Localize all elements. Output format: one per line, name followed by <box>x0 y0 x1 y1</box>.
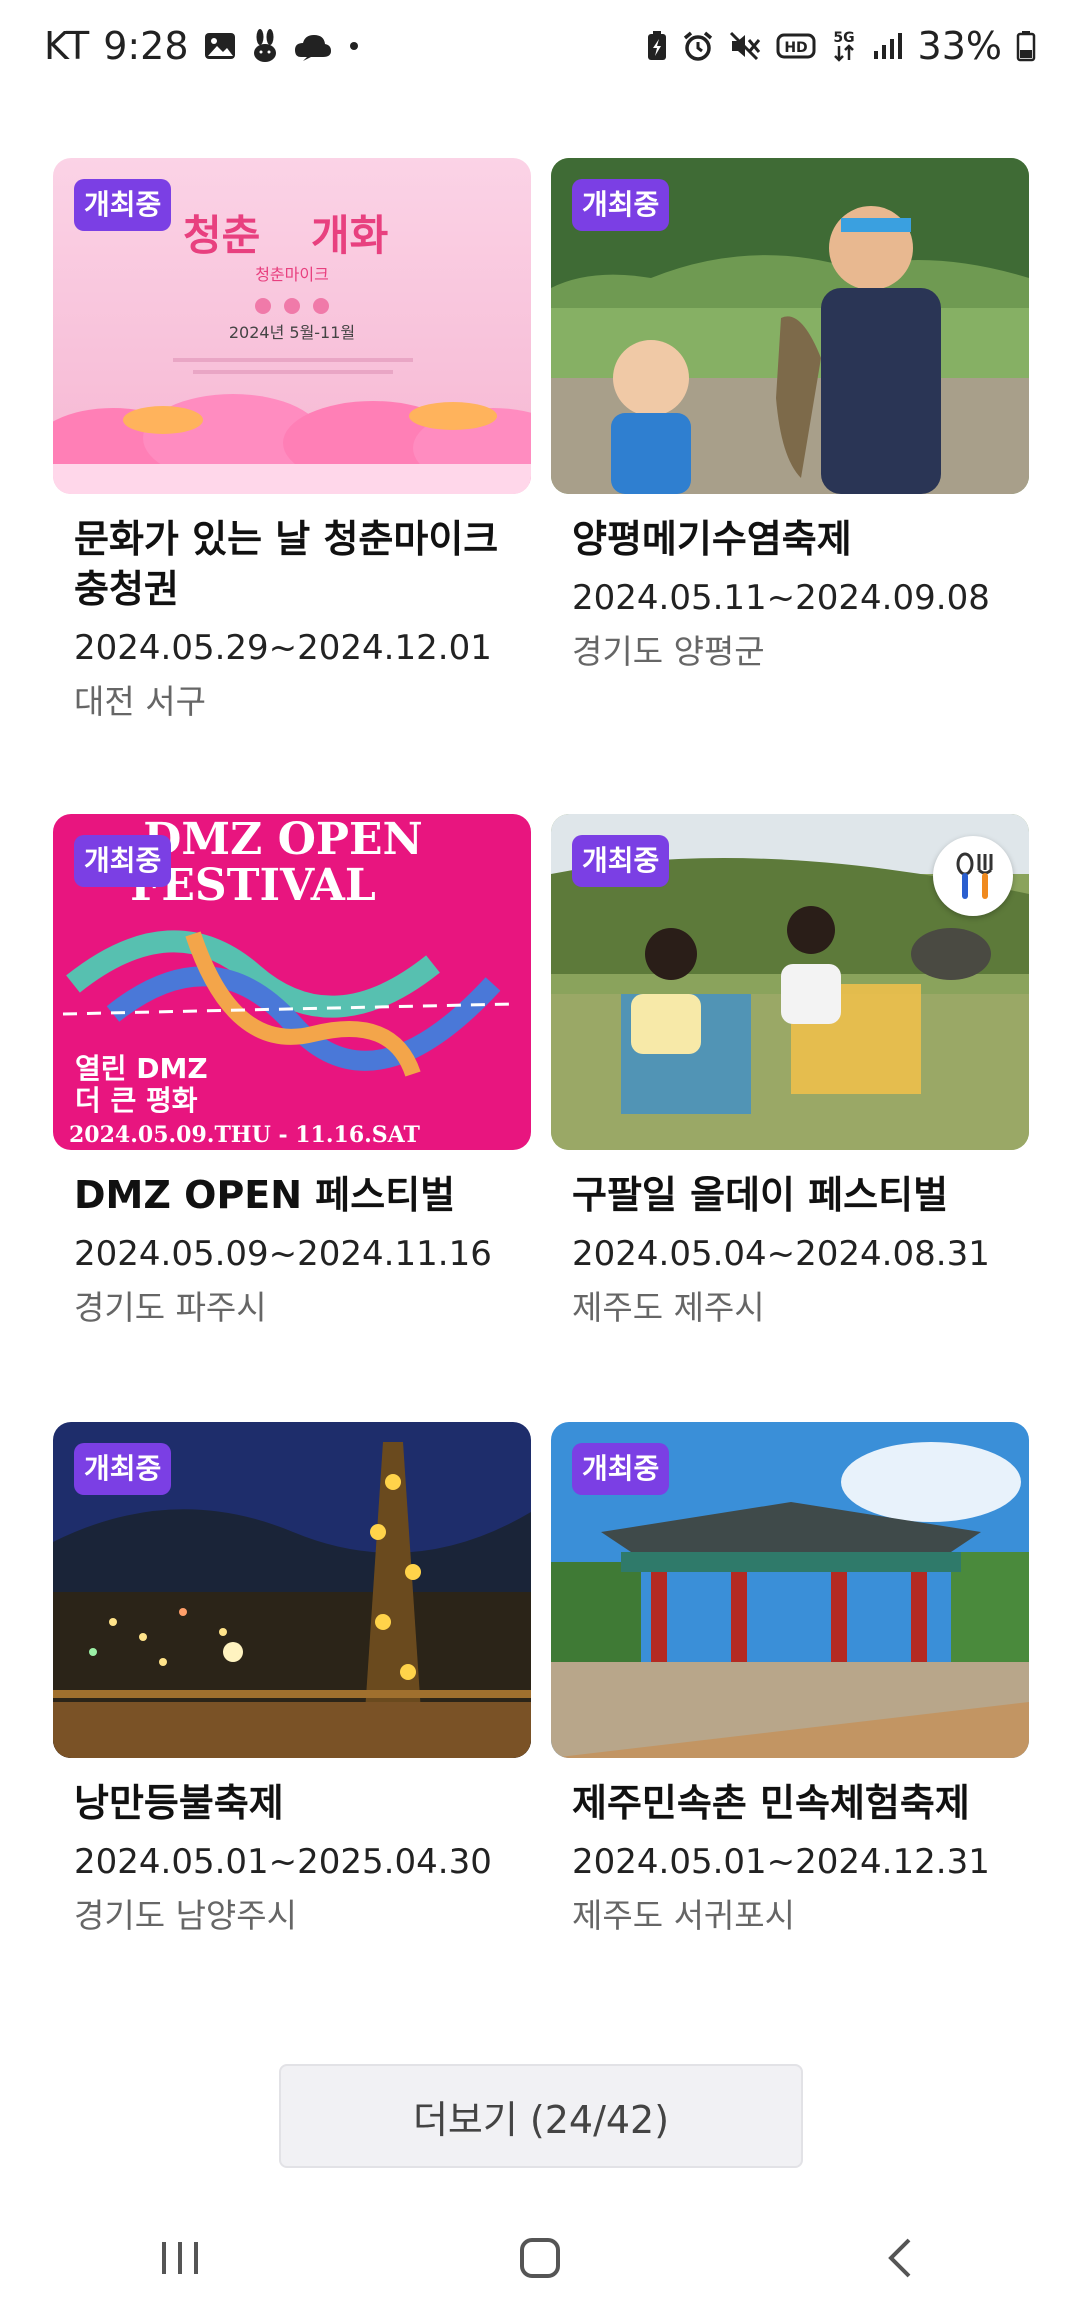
status-badge: 개최중 <box>74 835 172 887</box>
alarm-icon <box>682 30 714 62</box>
signal-icon <box>872 31 904 61</box>
status-badge: 개최중 <box>572 835 670 887</box>
recent-apps-button[interactable] <box>120 2218 240 2298</box>
poster-text-3: 청춘마이크 <box>255 265 329 284</box>
mute-icon <box>728 30 762 62</box>
festival-card[interactable]: 개최중 제주민속촌 민속체험축제 2024.05.01~2024.12.31 제… <box>551 1422 1029 1938</box>
festival-region: 경기도 남양주시 <box>74 1896 298 1935</box>
poster-text-4: 2024년 5월-11월 <box>229 323 355 342</box>
battery-saver-icon <box>646 30 668 62</box>
svg-text:5G: 5G <box>833 30 854 46</box>
status-badge: 개최중 <box>572 1443 670 1495</box>
status-badge: 개최중 <box>74 1443 172 1495</box>
hd-icon: HD <box>776 31 816 61</box>
status-badge: 개최중 <box>74 179 172 231</box>
poster-text-5: 2024.05.09.THU - 11.16.SAT <box>69 1122 421 1148</box>
festival-dates: 2024.05.01~2025.04.30 <box>74 1842 492 1882</box>
status-right: HD 5G 33% <box>646 24 1036 68</box>
rabbit-icon <box>251 29 279 63</box>
poster-text-1: DMZ OPEN <box>143 814 422 865</box>
poster-text-2: 개화 <box>311 211 388 260</box>
status-badge: 개최중 <box>572 179 670 231</box>
svg-text:HD: HD <box>784 40 807 56</box>
carrier-label: KT <box>44 24 90 68</box>
festival-region: 제주도 서귀포시 <box>572 1896 796 1935</box>
festival-dates: 2024.05.01~2024.12.31 <box>572 1842 990 1882</box>
festival-dates: 2024.05.09~2024.11.16 <box>74 1234 492 1274</box>
food-category-icon <box>933 836 1013 916</box>
festival-photo-image[interactable]: 개최중 <box>551 1422 1029 1758</box>
festival-card[interactable]: 개최중 양평메기수염축제 2024.05.11~2024.09.08 경기도 양… <box>551 158 1029 674</box>
system-navigation-bar <box>0 2200 1080 2316</box>
festival-title[interactable]: DMZ OPEN 페스티벌 <box>74 1170 514 1220</box>
festival-title[interactable]: 구팔일 올데이 페스티벌 <box>572 1170 1012 1220</box>
festival-region: 제주도 제주시 <box>572 1288 765 1327</box>
dot-icon <box>347 39 361 53</box>
festival-photo-image[interactable]: 개최중 <box>551 814 1029 1150</box>
poster-text-4: 더 큰 평화 <box>75 1084 198 1117</box>
festival-card[interactable]: 개최중 낭만등불축제 2024.05.01~2025.04.30 경기도 남양주… <box>53 1422 531 1938</box>
back-button[interactable] <box>840 2218 960 2298</box>
festival-poster-image[interactable]: 청춘 개화 청춘마이크 2024년 5월-11월 개최중 <box>53 158 531 494</box>
home-button[interactable] <box>480 2218 600 2298</box>
poster-text-1: 청춘 <box>183 211 260 260</box>
poster-text-3: 열린 DMZ <box>75 1052 208 1085</box>
festival-poster-image[interactable]: DMZ OPEN FESTIVAL 열린 DMZ 더 큰 평화 2024.05.… <box>53 814 531 1150</box>
cloud-chat-icon <box>293 31 333 61</box>
5g-icon: 5G <box>830 28 858 64</box>
battery-icon <box>1016 30 1036 62</box>
festival-region: 경기도 양평군 <box>572 632 765 671</box>
status-left: KT 9:28 <box>44 24 361 68</box>
festival-card[interactable]: DMZ OPEN FESTIVAL 열린 DMZ 더 큰 평화 2024.05.… <box>53 814 531 1330</box>
home-icon <box>520 2238 560 2278</box>
festival-photo-image[interactable]: 개최중 <box>53 1422 531 1758</box>
festival-title[interactable]: 양평메기수염축제 <box>572 514 1012 564</box>
load-more-button[interactable]: 더보기 (24/42) <box>279 2064 803 2168</box>
festival-card[interactable]: 개최중 구팔일 올데이 페스티벌 2024.05.04~2024.08.31 제… <box>551 814 1029 1330</box>
festival-dates: 2024.05.29~2024.12.01 <box>74 628 492 668</box>
festival-photo-image[interactable]: 개최중 <box>551 158 1029 494</box>
festival-title[interactable]: 제주민속촌 민속체험축제 <box>572 1778 1012 1828</box>
festival-title[interactable]: 문화가 있는 날 청춘마이크 충청권 <box>74 514 514 614</box>
status-bar: KT 9:28 HD 5G 33% <box>0 0 1080 92</box>
festival-dates: 2024.05.04~2024.08.31 <box>572 1234 990 1274</box>
battery-percent: 33% <box>917 24 1002 68</box>
festival-dates: 2024.05.11~2024.09.08 <box>572 578 990 618</box>
clock: 9:28 <box>103 24 189 68</box>
festival-region: 경기도 파주시 <box>74 1288 267 1327</box>
recent-apps-icon <box>162 2242 198 2274</box>
image-icon <box>203 31 237 61</box>
festival-card[interactable]: 청춘 개화 청춘마이크 2024년 5월-11월 개최중 문화가 있는 날 청춘… <box>53 158 531 724</box>
festival-region: 대전 서구 <box>74 682 206 721</box>
festival-title[interactable]: 낭만등불축제 <box>74 1778 514 1828</box>
back-icon <box>888 2238 911 2278</box>
